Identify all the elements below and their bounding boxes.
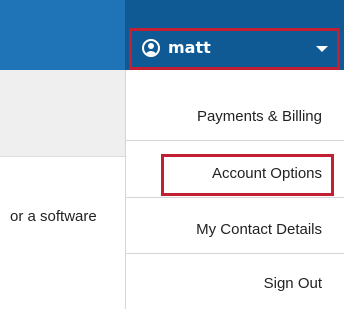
menu-item-payments-billing[interactable]: Payments & Billing	[126, 94, 344, 141]
caret-down-icon[interactable]	[316, 46, 328, 52]
account-options-highlight	[161, 154, 334, 196]
user-circle-icon	[142, 39, 160, 57]
user-dropdown-menu: Payments & Billing Account Options My Co…	[125, 70, 344, 309]
username-label: matt	[168, 38, 211, 57]
menu-item-contact-details[interactable]: My Contact Details	[126, 207, 344, 254]
menu-item-label: Payments & Billing	[196, 108, 322, 125]
menu-item-label: My Contact Details	[196, 221, 322, 238]
page-body-text: or a software	[10, 208, 97, 225]
divider	[0, 156, 125, 157]
menu-item-sign-out[interactable]: Sign Out	[126, 261, 344, 308]
page-header-band	[0, 70, 125, 157]
menu-item-label: Sign Out	[263, 275, 322, 292]
user-menu-highlight	[129, 28, 340, 70]
